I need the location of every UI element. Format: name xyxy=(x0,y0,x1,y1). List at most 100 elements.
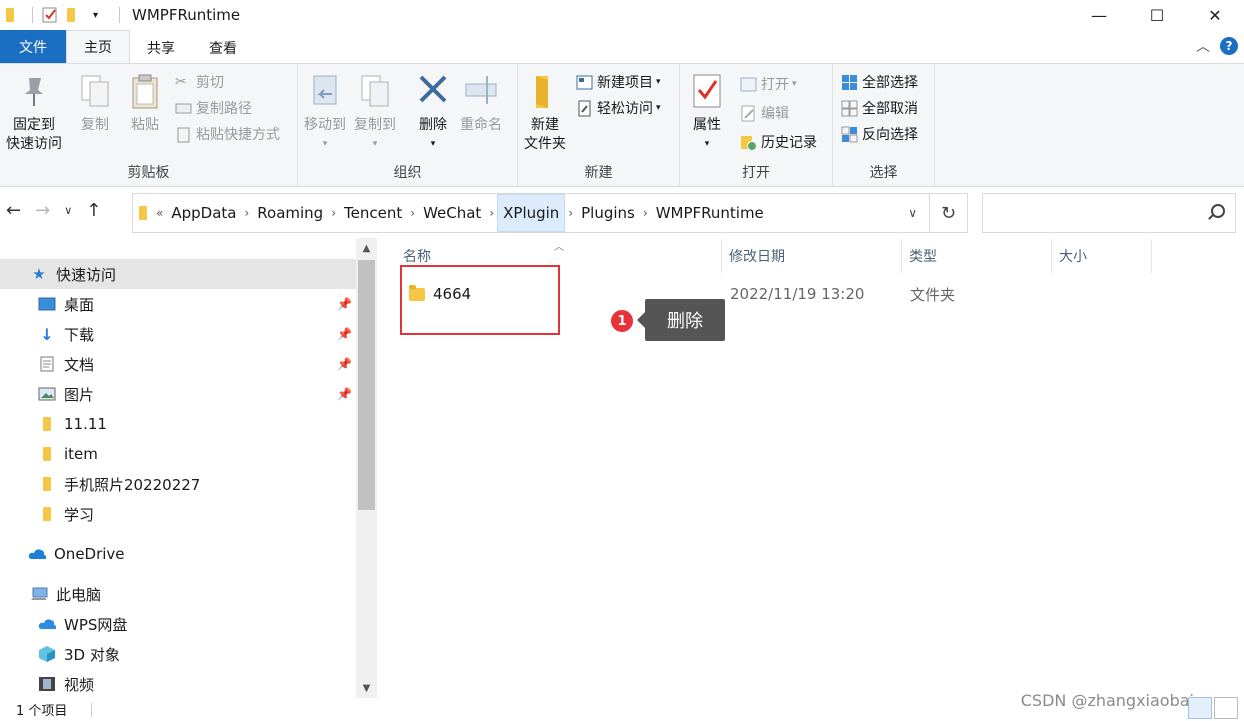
chevron-up-icon[interactable]: ︿ xyxy=(1196,36,1210,56)
sidebar-item-item[interactable]: item xyxy=(0,439,356,469)
easy-access-button[interactable]: 轻松访问 ▾ xyxy=(576,97,661,119)
sidebar-item-onedrive[interactable]: OneDrive xyxy=(0,539,356,569)
sidebar-item-pictures[interactable]: 图片 📌 xyxy=(0,379,356,409)
delete-button[interactable]: 删除 ▾ xyxy=(416,72,450,154)
up-arrow-icon[interactable]: ↑ xyxy=(86,200,101,221)
scroll-down-icon[interactable]: ▼ xyxy=(356,678,377,698)
breadcrumb-tencent[interactable]: Tencent xyxy=(339,194,407,232)
column-header-size[interactable]: 大小 xyxy=(1052,239,1152,273)
sidebar-item-videos[interactable]: 视频 xyxy=(0,669,356,699)
properties-check-icon[interactable] xyxy=(41,6,59,24)
file-list: ︿ 名称 修改日期 类型 大小 4664 2022/11/19 13:20 文件… xyxy=(378,238,1244,698)
rename-button[interactable]: 重命名 xyxy=(460,72,502,135)
paste-button[interactable]: 粘贴 xyxy=(128,72,162,135)
folder-icon xyxy=(6,6,24,24)
breadcrumb-wmpfruntime[interactable]: WMPFRuntime xyxy=(651,194,769,232)
new-folder-button[interactable]: 新建 文件夹 xyxy=(524,72,566,154)
address-bar[interactable]: « AppData › Roaming › Tencent › WeChat › XPl… xyxy=(132,193,930,233)
history-button[interactable]: 历史记录 xyxy=(740,131,817,153)
recent-locations-chevron-icon[interactable]: ∨ xyxy=(64,204,72,217)
cloud-icon xyxy=(28,546,46,562)
chevron-right-icon[interactable]: › xyxy=(241,206,252,220)
sidebar-item-study[interactable]: 学习 xyxy=(0,499,356,529)
tab-file[interactable]: 文件 xyxy=(0,30,66,63)
search-input[interactable] xyxy=(982,193,1236,233)
forward-arrow-icon[interactable]: → xyxy=(35,200,50,221)
folder-icon xyxy=(38,416,56,432)
pin-icon[interactable]: 📌 xyxy=(337,357,352,371)
chevron-right-icon[interactable]: › xyxy=(640,206,651,220)
easy-access-icon xyxy=(576,100,593,117)
breadcrumb-xplugin[interactable]: XPlugin xyxy=(497,194,566,232)
sidebar-item-3d-objects[interactable]: 3D 对象 xyxy=(0,639,356,669)
desktop-icon xyxy=(38,296,56,312)
new-item-button[interactable]: 新建项目 ▾ xyxy=(576,71,661,93)
column-header-date[interactable]: 修改日期 xyxy=(722,239,902,273)
chevron-right-icon[interactable]: › xyxy=(486,206,497,220)
pin-icon[interactable]: 📌 xyxy=(337,387,352,401)
pin-icon[interactable]: 📌 xyxy=(337,297,352,311)
select-all-button[interactable]: 全部选择 xyxy=(841,71,918,93)
back-arrow-icon[interactable]: ← xyxy=(6,200,21,221)
sidebar-item-11-11[interactable]: 11.11 xyxy=(0,409,356,439)
column-header-type[interactable]: 类型 xyxy=(902,239,1052,273)
tab-view[interactable]: 查看 xyxy=(192,33,254,63)
select-none-icon xyxy=(841,100,858,117)
chevron-right-icon[interactable]: › xyxy=(407,206,418,220)
folder-icon xyxy=(38,476,56,492)
cube-icon xyxy=(38,646,56,662)
scrollbar-thumb[interactable] xyxy=(358,260,375,510)
nav-scrollbar[interactable]: ▲ ▼ xyxy=(356,238,377,698)
sidebar-item-wps-drive[interactable]: WPS网盘 xyxy=(0,609,356,639)
maximize-button[interactable]: ☐ xyxy=(1128,0,1186,30)
organize-group-label: 组织 xyxy=(393,165,422,181)
copy-path-button[interactable]: 复制路径 xyxy=(175,97,252,119)
breadcrumb-plugins[interactable]: Plugins xyxy=(576,194,640,232)
copy-path-icon xyxy=(175,100,192,117)
breadcrumb-appdata[interactable]: AppData xyxy=(166,194,241,232)
new-folder-icon[interactable] xyxy=(67,6,85,24)
highlight-box xyxy=(400,265,560,335)
sidebar-item-this-pc[interactable]: 此电脑 xyxy=(0,579,356,609)
sidebar-item-documents[interactable]: 文档 📌 xyxy=(0,349,356,379)
properties-button[interactable]: 属性 ▾ xyxy=(690,72,724,154)
close-button[interactable]: ✕ xyxy=(1186,0,1244,30)
pin-quick-access-button[interactable]: 固定到 快速访问 xyxy=(6,72,62,154)
edit-button[interactable]: 编辑 xyxy=(740,102,789,124)
chevron-right-icon[interactable]: › xyxy=(328,206,339,220)
large-icons-view-icon[interactable] xyxy=(1214,697,1238,719)
nav-buttons: ← → ∨ ↑ xyxy=(6,200,101,221)
chevron-down-icon: ▾ xyxy=(792,79,797,89)
quick-access-toolbar: ▾ xyxy=(0,0,128,30)
details-view-icon[interactable] xyxy=(1188,697,1212,719)
chevron-right-icon[interactable]: › xyxy=(565,206,576,220)
paste-shortcut-button[interactable]: 粘贴快捷方式 xyxy=(175,123,280,145)
window-controls: — ☐ ✕ xyxy=(1070,0,1244,30)
copy-to-button[interactable]: 复制到 ▾ xyxy=(354,72,396,154)
refresh-button[interactable]: ↻ xyxy=(930,193,968,233)
sidebar-item-quick-access[interactable]: ★ 快速访问 xyxy=(0,259,356,289)
overflow-chevron[interactable]: « xyxy=(153,206,166,220)
refresh-icon: ↻ xyxy=(940,202,957,224)
customize-dropdown-icon[interactable]: ▾ xyxy=(93,6,111,24)
minimize-button[interactable]: — xyxy=(1070,0,1128,30)
sidebar-item-desktop[interactable]: 桌面 📌 xyxy=(0,289,356,319)
breadcrumb-roaming[interactable]: Roaming xyxy=(252,194,328,232)
breadcrumb-wechat[interactable]: WeChat xyxy=(418,194,486,232)
pin-icon[interactable]: 📌 xyxy=(337,327,352,341)
select-none-button[interactable]: 全部取消 xyxy=(841,97,918,119)
scroll-up-icon[interactable]: ▲ xyxy=(356,238,377,258)
cut-button[interactable]: ✂ 剪切 xyxy=(175,71,224,93)
sidebar-item-phone-photos[interactable]: 手机照片20220227 xyxy=(0,469,356,499)
copy-button[interactable]: 复制 xyxy=(78,72,112,135)
sidebar-item-downloads[interactable]: ↓ 下载 📌 xyxy=(0,319,356,349)
help-icon[interactable]: ? xyxy=(1220,37,1238,55)
open-button[interactable]: 打开 ▾ xyxy=(740,73,797,95)
move-to-button[interactable]: 移动到 ▾ xyxy=(304,72,346,154)
address-dropdown-icon[interactable]: ∨ xyxy=(908,206,917,220)
chevron-down-icon: ▾ xyxy=(656,103,661,113)
invert-selection-button[interactable]: 反向选择 xyxy=(841,123,918,145)
tab-share[interactable]: 共享 xyxy=(130,33,192,63)
invert-selection-icon xyxy=(841,126,858,143)
tab-home[interactable]: 主页 xyxy=(66,30,130,63)
